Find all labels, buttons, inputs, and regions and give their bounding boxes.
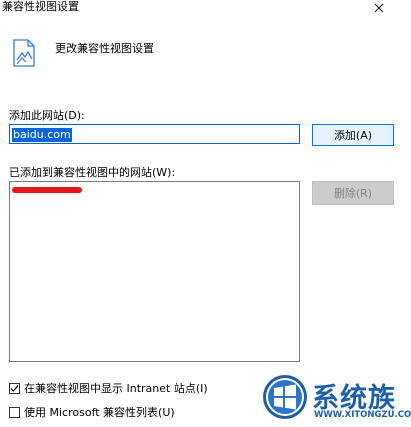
add-button[interactable]: 添加(A) xyxy=(312,124,394,146)
ms-list-option-label: 使用 Microsoft 兼容性列表(U) xyxy=(24,406,175,419)
close-button[interactable] xyxy=(368,0,390,16)
sites-list[interactable]: baidu.com xyxy=(9,181,300,362)
add-site-label: 添加此网站(D): xyxy=(9,109,85,122)
redaction-mark xyxy=(12,187,82,193)
add-site-input-value: baidu.com xyxy=(12,128,72,142)
header-text: 更改兼容性视图设置 xyxy=(55,42,154,55)
ms-list-option[interactable]: 使用 Microsoft 兼容性列表(U) xyxy=(9,404,175,420)
intranet-checkbox[interactable] xyxy=(9,382,20,394)
intranet-option[interactable]: 在兼容性视图中显示 Intranet 站点(I) xyxy=(9,380,208,396)
windows-logo-icon xyxy=(263,375,307,419)
close-icon xyxy=(374,3,384,13)
intranet-option-label: 在兼容性视图中显示 Intranet 站点(I) xyxy=(24,382,208,395)
compatibility-view-dialog: 兼容性视图设置 更改兼容性视图设置 添加此网站(D): baidu.com 添加… xyxy=(0,0,411,427)
compatibility-view-icon xyxy=(13,39,35,67)
ms-list-checkbox[interactable] xyxy=(9,406,20,418)
add-site-input[interactable]: baidu.com xyxy=(9,124,300,144)
remove-button[interactable]: 删除(R) xyxy=(312,181,394,205)
checkmark-icon xyxy=(10,384,19,392)
watermark: 系统族 WWW.XITONGZU.COM xyxy=(262,370,411,427)
dialog-title: 兼容性视图设置 xyxy=(2,0,79,13)
watermark-url: WWW.XITONGZU.COM xyxy=(314,410,411,420)
sites-list-label: 已添加到兼容性视图中的网站(W): xyxy=(9,166,176,179)
